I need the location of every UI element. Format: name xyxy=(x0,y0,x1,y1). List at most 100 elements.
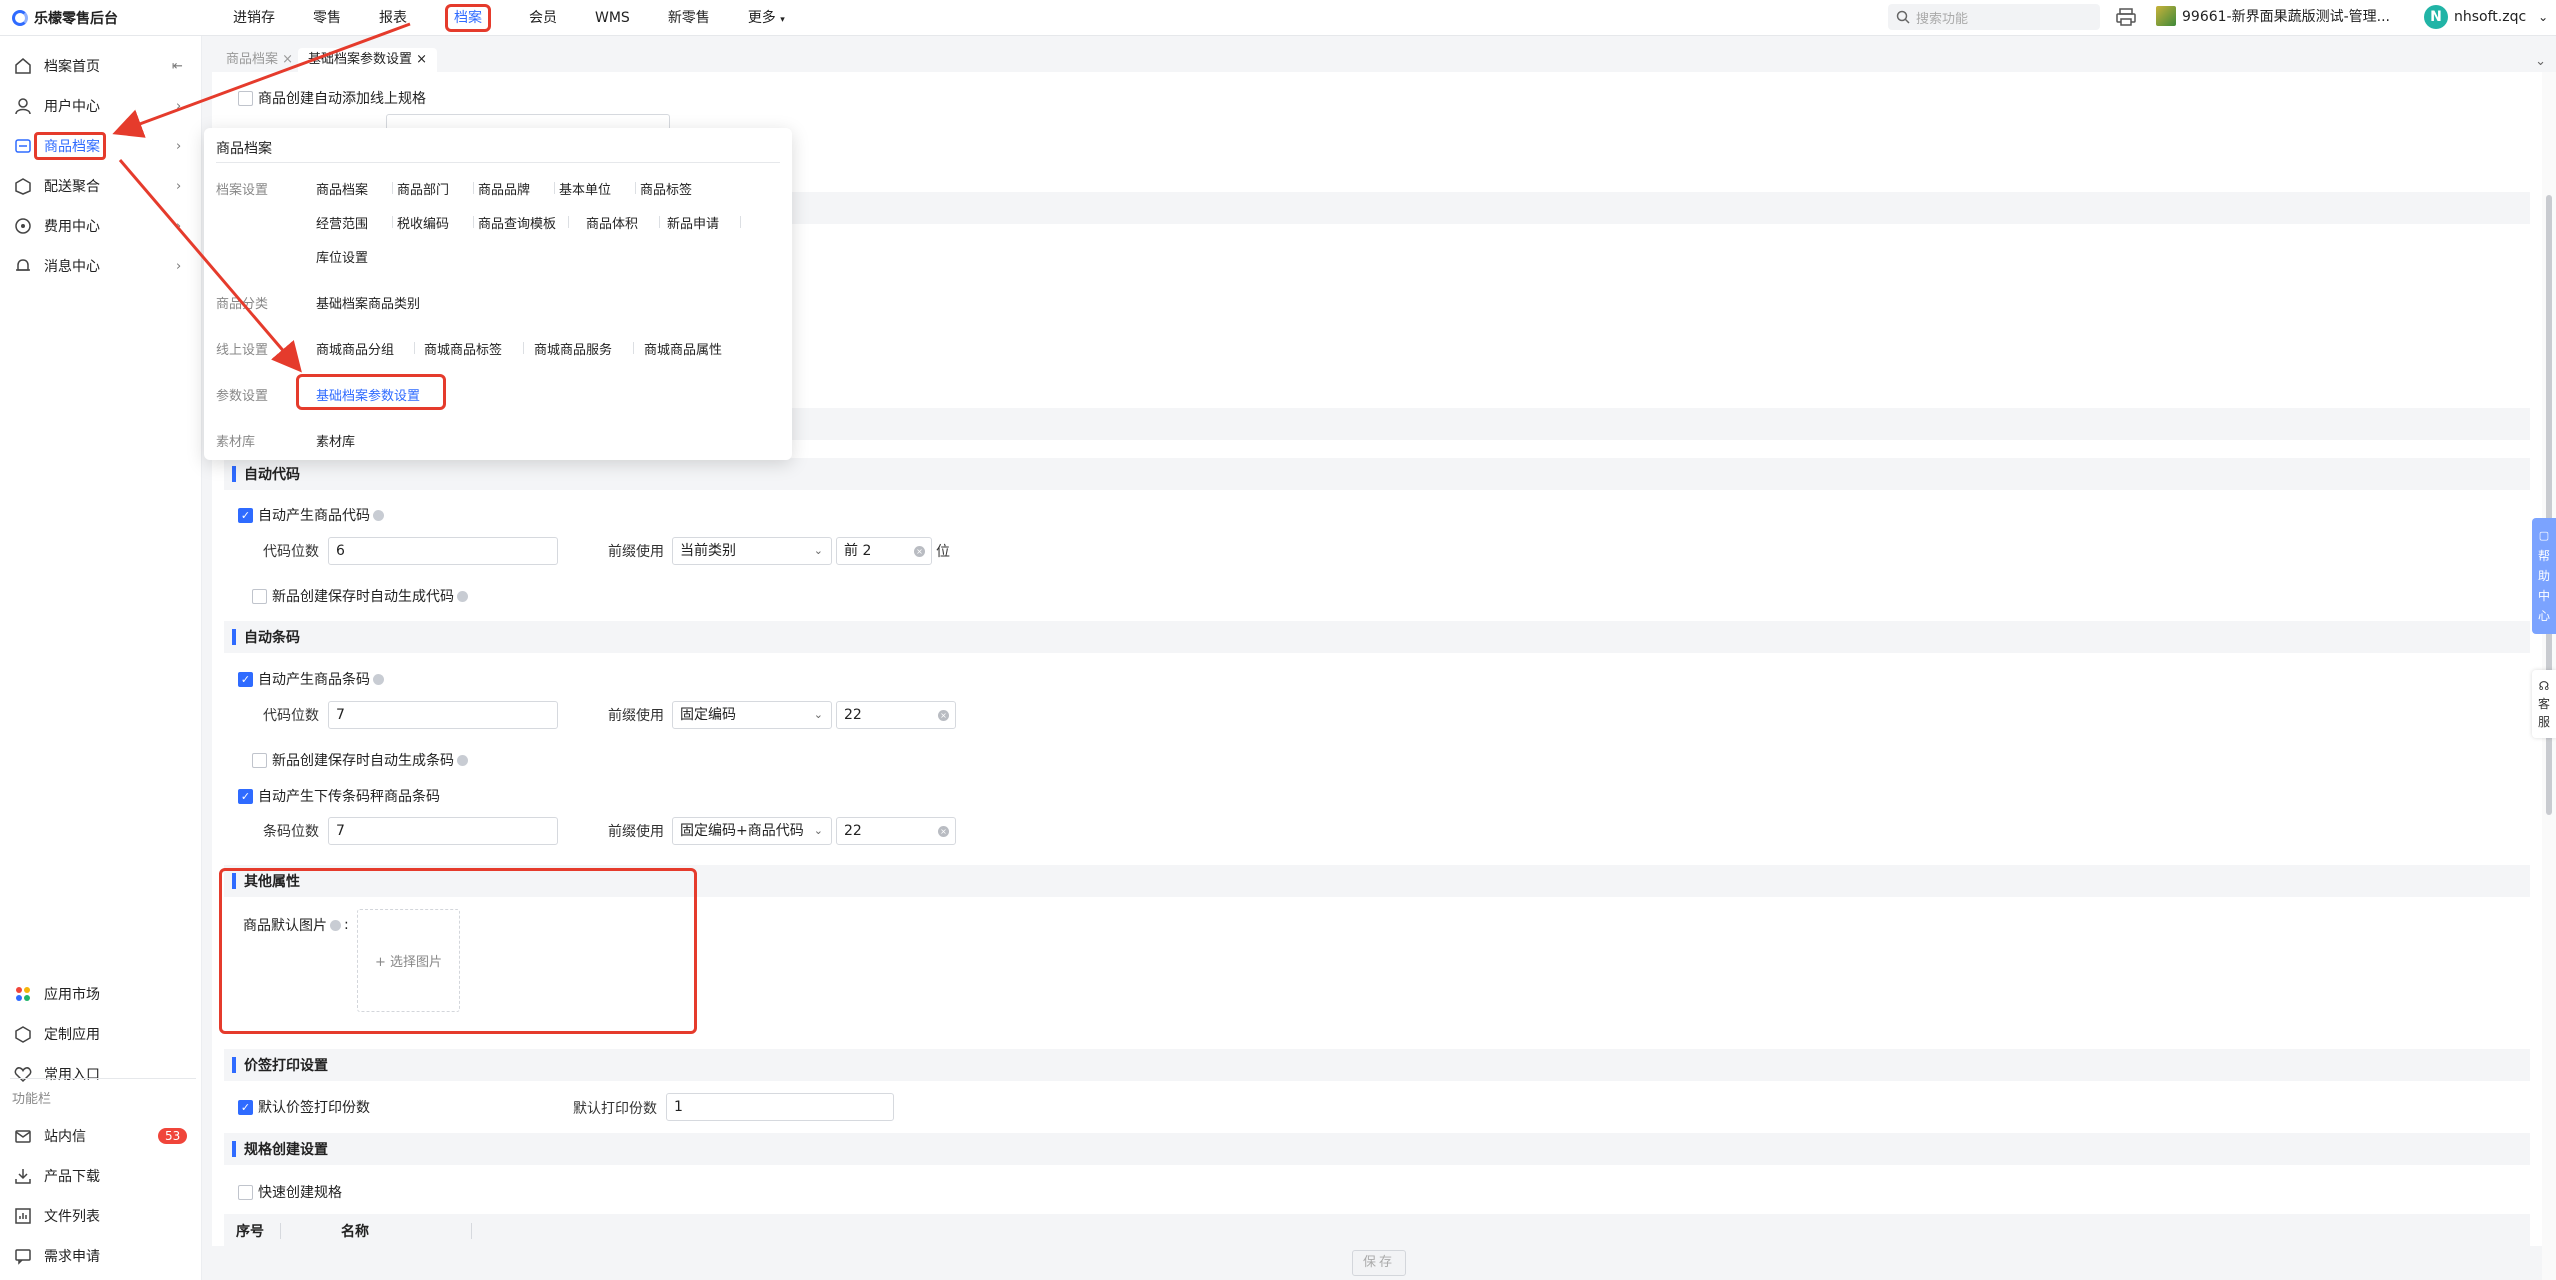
sidebar-item-label: 配送聚合 xyxy=(44,179,100,195)
collapse-sidebar-icon[interactable]: ⇤ xyxy=(172,59,183,74)
tab-basic-archive-settings[interactable]: 基础档案参数设置 × xyxy=(298,48,438,72)
info-icon[interactable] xyxy=(373,509,384,521)
prefix-label: 前缀使用 xyxy=(608,544,664,560)
menu-separator xyxy=(523,342,524,354)
box-icon xyxy=(15,178,31,195)
copies-input[interactable]: 1 xyxy=(666,1093,894,1121)
chart-icon xyxy=(15,1208,31,1224)
topnav-item-more[interactable]: 更多 ▾ xyxy=(729,0,804,36)
info-icon[interactable] xyxy=(457,754,468,766)
quick-spec-checkbox[interactable] xyxy=(238,1184,253,1200)
menu-link-product-category[interactable]: 基础档案商品类别 xyxy=(316,293,420,312)
topnav-item-member[interactable]: 会员 xyxy=(510,0,576,36)
prefix-select[interactable]: 当前类别 ⌄ xyxy=(672,537,832,565)
info-icon[interactable] xyxy=(373,673,384,685)
close-icon[interactable]: × xyxy=(282,52,293,67)
prefix-length-input[interactable]: 前 2 × xyxy=(836,537,932,565)
sidebar-item-custom-app[interactable]: 定制应用 xyxy=(0,1014,202,1054)
section-title: 自动代码 xyxy=(244,467,300,483)
auto-barcode-new-row: 新品创建保存时自动生成条码 xyxy=(252,750,468,770)
section-marker xyxy=(232,1057,236,1073)
menu-link-mall-attribute[interactable]: 商城商品属性 xyxy=(644,339,722,358)
menu-link-product-tag[interactable]: 商品标签 xyxy=(640,179,692,198)
close-icon[interactable]: × xyxy=(416,52,427,67)
sidebar-item-product-archive[interactable]: 商品档案 › xyxy=(0,126,202,166)
menu-link-product-brand[interactable]: 商品品牌 xyxy=(478,179,530,198)
topnav-item-archive[interactable]: 档案 xyxy=(426,0,510,36)
user-menu[interactable]: N nhsoft.zqc ⌄ xyxy=(2424,5,2548,29)
menu-link-product-archive[interactable]: 商品档案 xyxy=(316,179,368,198)
chevron-down-icon: ⌄ xyxy=(813,824,823,837)
barcode-digits-input[interactable]: 7 xyxy=(328,701,558,729)
chevron-right-icon: › xyxy=(176,138,182,154)
sidebar-item-label: 档案首页 xyxy=(44,59,100,75)
menu-link-query-template[interactable]: 商品查询模板 xyxy=(478,213,556,232)
auto-code-checkbox[interactable]: ✓ xyxy=(238,507,253,523)
tab-product-archive[interactable]: 商品档案 × xyxy=(216,48,303,72)
annotation-highlight-box xyxy=(219,868,697,1034)
search-box[interactable]: 搜索功能 xyxy=(1888,4,2100,30)
menu-link-new-product-request[interactable]: 新品申请 xyxy=(667,213,719,232)
clear-icon[interactable]: × xyxy=(938,710,949,721)
top-bar: 乐檬零售后台 进销存 零售 报表 档案 会员 WMS 新零售 更多 ▾ 搜索功能… xyxy=(0,0,2556,36)
scale-digits-input[interactable]: 7 xyxy=(328,817,558,845)
sidebar-item-user-center[interactable]: 用户中心 › xyxy=(0,86,202,126)
topnav-item-new-retail[interactable]: 新零售 xyxy=(649,0,729,36)
menu-link-product-volume[interactable]: 商品体积 xyxy=(586,213,638,232)
sidebar-item-fee-center[interactable]: 费用中心 › xyxy=(0,206,202,246)
sidebar-item-inbox[interactable]: 站内信 53 xyxy=(0,1116,202,1156)
sidebar-item-request[interactable]: 需求申请 xyxy=(0,1236,202,1276)
auto-code-new-checkbox[interactable] xyxy=(252,588,267,604)
search-input[interactable]: 搜索功能 xyxy=(1916,8,1968,27)
store-switcher[interactable]: 99661-新界面果蔬版测试-管理... xyxy=(2156,6,2390,26)
save-button[interactable]: 保存 xyxy=(1352,1250,1406,1276)
topnav-archive-label: 档案 xyxy=(445,4,491,32)
topnav-item-wms[interactable]: WMS xyxy=(576,0,649,36)
clear-icon[interactable]: × xyxy=(914,546,925,557)
scale-prefix-select[interactable]: 固定编码+商品代码 ⌄ xyxy=(672,817,832,845)
scale-barcode-checkbox[interactable]: ✓ xyxy=(238,788,253,804)
default-copies-checkbox[interactable]: ✓ xyxy=(238,1099,253,1115)
scale-prefix-input[interactable]: 22 × xyxy=(836,817,956,845)
menu-link-location-settings[interactable]: 库位设置 xyxy=(316,247,368,266)
menu-link-mall-service[interactable]: 商城商品服务 xyxy=(534,339,612,358)
printer-icon[interactable] xyxy=(2116,8,2136,26)
quick-spec-row: 快速创建规格 xyxy=(238,1182,342,1202)
partial-input[interactable] xyxy=(386,114,670,128)
customer-service-button[interactable]: ☊ 客 服 xyxy=(2532,670,2556,738)
sidebar-item-download[interactable]: 产品下载 xyxy=(0,1156,202,1196)
barcode-prefix-select[interactable]: 固定编码 ⌄ xyxy=(672,701,832,729)
menu-link-tax-code[interactable]: 税收编码 xyxy=(397,213,449,232)
menu-link-basic-unit[interactable]: 基本单位 xyxy=(559,179,611,198)
sidebar-item-distribution[interactable]: 配送聚合 › xyxy=(0,166,202,206)
sidebar-item-message-center[interactable]: 消息中心 › xyxy=(0,246,202,286)
menu-link-mall-tag[interactable]: 商城商品标签 xyxy=(424,339,502,358)
topnav-item-retail[interactable]: 零售 xyxy=(294,0,360,36)
menu-link-mall-group[interactable]: 商城商品分组 xyxy=(316,339,394,358)
menu-link-product-department[interactable]: 商品部门 xyxy=(397,179,449,198)
sidebar-item-archive-home[interactable]: 档案首页 ⇤ xyxy=(0,46,202,86)
sidebar-item-label: 常用入口 xyxy=(44,1067,100,1083)
menu-link-business-scope[interactable]: 经营范围 xyxy=(316,213,368,232)
sidebar-item-file-list[interactable]: 文件列表 xyxy=(0,1196,202,1236)
sidebar-item-label: 应用市场 xyxy=(44,987,100,1003)
help-center-button[interactable]: ▢ 帮 助 中 心 xyxy=(2532,518,2556,634)
sidebar-item-app-market[interactable]: 应用市场 xyxy=(0,974,202,1014)
code-digits-input[interactable]: 6 xyxy=(328,537,558,565)
auto-barcode-checkbox[interactable]: ✓ xyxy=(238,671,253,687)
menu-link-material-library[interactable]: 素材库 xyxy=(316,431,355,450)
popover-title: 商品档案 xyxy=(216,141,272,157)
topnav-item-reports[interactable]: 报表 xyxy=(360,0,426,36)
chevron-down-icon[interactable]: ⌄ xyxy=(2535,54,2546,69)
app-logo[interactable]: 乐檬零售后台 xyxy=(12,8,118,28)
clear-icon[interactable]: × xyxy=(938,826,949,837)
annotation-highlight-box xyxy=(296,374,446,410)
topnav-item-inventory[interactable]: 进销存 xyxy=(214,0,294,36)
auto-barcode-new-checkbox[interactable] xyxy=(252,752,267,768)
info-icon[interactable] xyxy=(457,590,468,602)
auto-add-online-spec-checkbox[interactable] xyxy=(238,90,253,106)
barcode-prefix-input[interactable]: 22 × xyxy=(836,701,956,729)
sidebar: 档案首页 ⇤ 用户中心 › 商品档案 › 配送聚合 › 费用中心 › 消息中心 … xyxy=(0,36,202,1280)
help-char: 心 xyxy=(2537,609,2550,623)
tab-label: 商品档案 xyxy=(226,52,279,67)
